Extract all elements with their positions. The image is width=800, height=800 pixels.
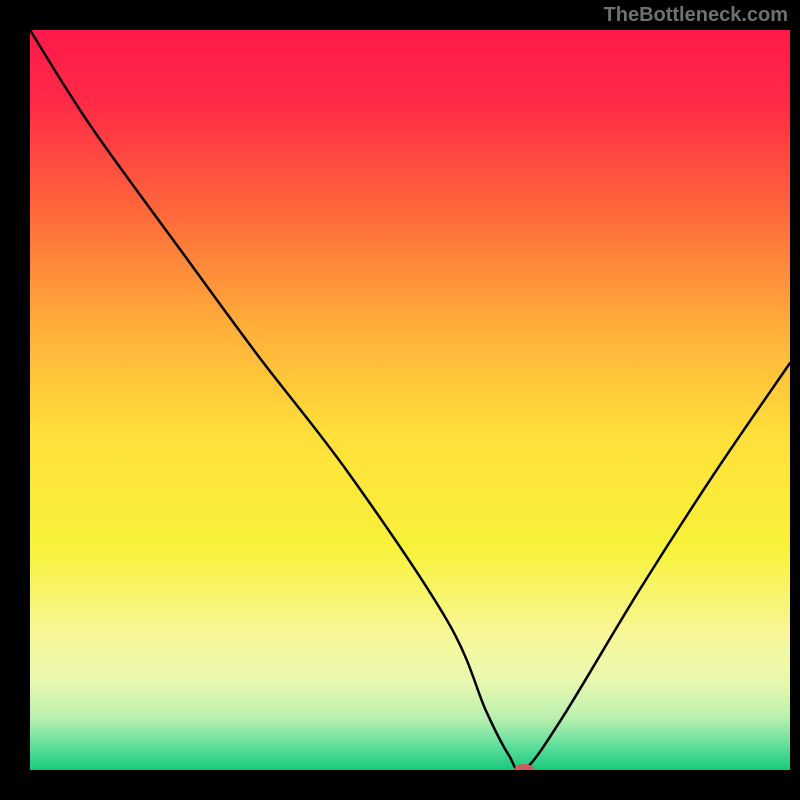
gradient-background	[30, 30, 790, 770]
bottleneck-chart	[30, 30, 790, 770]
watermark-text: TheBottleneck.com	[604, 4, 788, 27]
chart-plot-area	[30, 30, 790, 770]
